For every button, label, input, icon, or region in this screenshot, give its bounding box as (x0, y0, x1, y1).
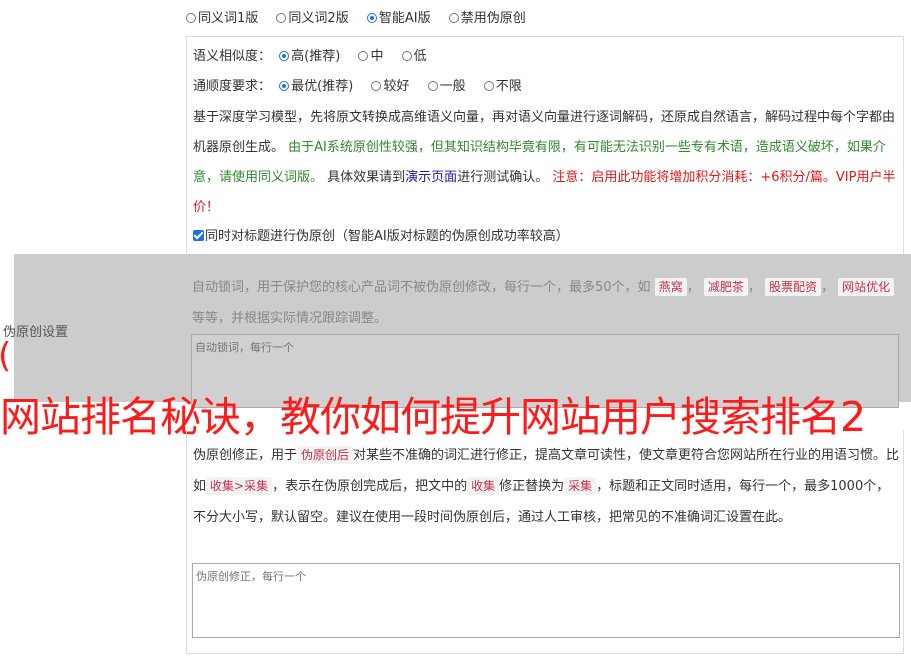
fluency-option-good[interactable]: 较好 (371, 79, 409, 94)
radio-checked-icon (279, 51, 290, 61)
radio-icon (276, 13, 287, 23)
similarity-option-high[interactable]: 高(推荐) (279, 49, 340, 64)
fluency-option-normal[interactable]: 一般 (427, 79, 466, 94)
correction-description: 伪原创修正，用于 伪原创后 对某些不准确的词汇进行修正，提高文章可读性，使文章更符合… (193, 446, 900, 525)
radio-checked-icon (279, 81, 290, 91)
settings-label: 伪原创设置 (3, 325, 69, 340)
version-selector: 同义词1版 同义词2版 智能AI版 禁用伪原创 (186, 10, 540, 28)
correction-tag: 收集 (467, 477, 500, 495)
radio-icon (401, 51, 412, 61)
fluency-option-any[interactable]: 不限 (483, 79, 522, 94)
description-test-prefix: 具体效果请到 (327, 170, 406, 185)
lock-words-description: 自动锁词，用于保护您的核心产品词不被伪原创修改，每行一个，最多50个，如 燕窝，… (192, 272, 900, 334)
similarity-row: 语义相似度： 高(推荐) 中 低 (193, 47, 441, 67)
overlay-paren: ( (0, 336, 11, 376)
version-option-ai[interactable]: 智能AI版 (366, 11, 431, 26)
lock-example-tag: 减肥茶 (703, 278, 748, 296)
lock-example-tag: 燕窝 (654, 278, 687, 296)
correction-input[interactable] (192, 563, 900, 638)
similarity-option-mid[interactable]: 中 (358, 49, 383, 64)
version-option-synonym2[interactable]: 同义词2版 (276, 11, 349, 26)
radio-icon (186, 13, 196, 23)
fluency-row: 通顺度要求： 最优(推荐) 较好 一般 不限 (193, 77, 536, 97)
radio-icon (448, 13, 459, 23)
similarity-label: 语义相似度： (193, 49, 272, 64)
correction-tag: 收集>采集 (206, 477, 273, 495)
demo-page-link[interactable]: 演示页面 (405, 170, 457, 185)
ai-description: 基于深度学习模型，先将原文转换成高维语义向量，再对语义向量进行逐词解码，还原成自… (193, 103, 899, 223)
similarity-option-low[interactable]: 低 (401, 49, 427, 64)
checkbox-checked-icon (193, 230, 204, 241)
correction-tag: 伪原创后 (297, 446, 354, 464)
description-test-suffix: 进行测试确认。 (457, 170, 549, 185)
lock-example-tag: 股票配资 (765, 278, 822, 296)
title-pseudo-original-checkbox[interactable]: 同时对标题进行伪原创（智能AI版对标题的伪原创成功率较高） (193, 227, 569, 247)
ai-settings-panel: 语义相似度： 高(推荐) 中 低 通顺度要求： 最优(推荐) 较好 一般 不限 … (186, 36, 904, 254)
radio-checked-icon (366, 13, 377, 23)
version-option-disable[interactable]: 禁用伪原创 (448, 11, 526, 26)
fluency-label: 通顺度要求： (193, 79, 272, 94)
radio-icon (427, 81, 438, 91)
radio-icon (358, 51, 369, 61)
radio-icon (483, 81, 494, 91)
version-option-synonym1[interactable]: 同义词1版 (186, 11, 258, 26)
radio-icon (371, 81, 382, 91)
lock-example-tag: 网站优化 (838, 278, 895, 296)
correction-tag: 采集 (564, 477, 597, 495)
fluency-option-best[interactable]: 最优(推荐) (279, 79, 353, 94)
